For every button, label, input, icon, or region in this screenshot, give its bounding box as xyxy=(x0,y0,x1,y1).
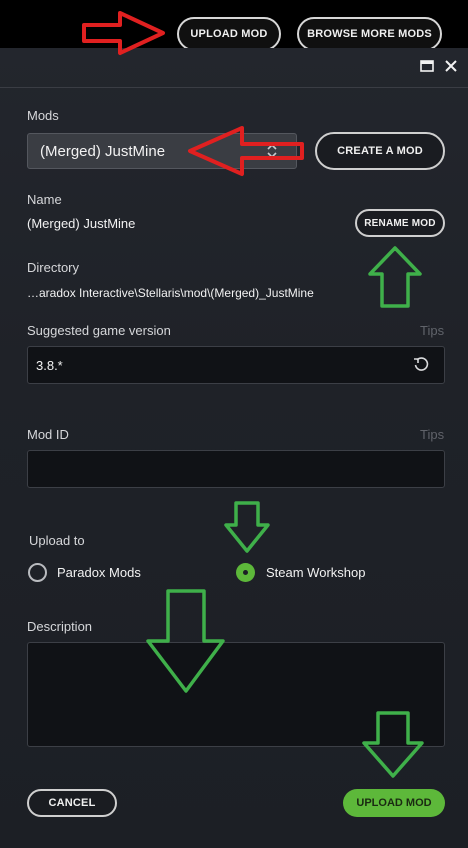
mod-upload-panel: Mods (Merged) JustMine CREATE A MOD Name… xyxy=(0,48,468,848)
mods-label: Mods xyxy=(27,108,59,123)
upload-mod-button[interactable]: UPLOAD MOD xyxy=(343,789,445,817)
mod-id-label: Mod ID xyxy=(27,427,69,442)
top-bar: UPLOAD MOD BROWSE MORE MODS xyxy=(0,0,468,51)
paradox-mods-label[interactable]: Paradox Mods xyxy=(57,565,141,580)
panel-header xyxy=(0,48,468,88)
name-label: Name xyxy=(27,192,62,207)
upload-to-label: Upload to xyxy=(29,533,85,548)
description-label: Description xyxy=(27,619,93,634)
game-version-input[interactable]: 3.8.* xyxy=(27,346,445,384)
create-mod-button[interactable]: CREATE A MOD xyxy=(315,132,445,170)
cancel-button[interactable]: CANCEL xyxy=(27,789,117,817)
mods-select-value: (Merged) JustMine xyxy=(40,142,166,160)
rename-mod-button[interactable]: RENAME MOD xyxy=(355,209,445,237)
directory-value: …aradox Interactive\Stellaris\mod\(Merge… xyxy=(27,286,314,300)
close-icon[interactable] xyxy=(443,58,461,76)
upload-mod-top-button[interactable]: UPLOAD MOD xyxy=(177,17,281,51)
game-version-label: Suggested game version xyxy=(27,323,171,338)
chevron-updown-icon xyxy=(266,142,278,164)
game-version-value: 3.8.* xyxy=(36,357,63,373)
steam-workshop-label[interactable]: Steam Workshop xyxy=(266,565,365,580)
radio-paradox-mods[interactable] xyxy=(28,563,47,582)
mods-select[interactable]: (Merged) JustMine xyxy=(27,133,297,169)
mod-id-tips[interactable]: Tips xyxy=(420,427,444,442)
mod-id-input[interactable] xyxy=(27,450,445,488)
directory-label: Directory xyxy=(27,260,80,275)
maximize-icon[interactable] xyxy=(419,58,437,76)
game-version-tips[interactable]: Tips xyxy=(420,323,444,338)
radio-steam-workshop[interactable] xyxy=(236,563,255,582)
browse-more-mods-button[interactable]: BROWSE MORE MODS xyxy=(297,17,442,51)
name-value: (Merged) JustMine xyxy=(27,216,136,231)
reset-icon[interactable] xyxy=(412,356,430,377)
description-textarea[interactable] xyxy=(27,642,445,747)
